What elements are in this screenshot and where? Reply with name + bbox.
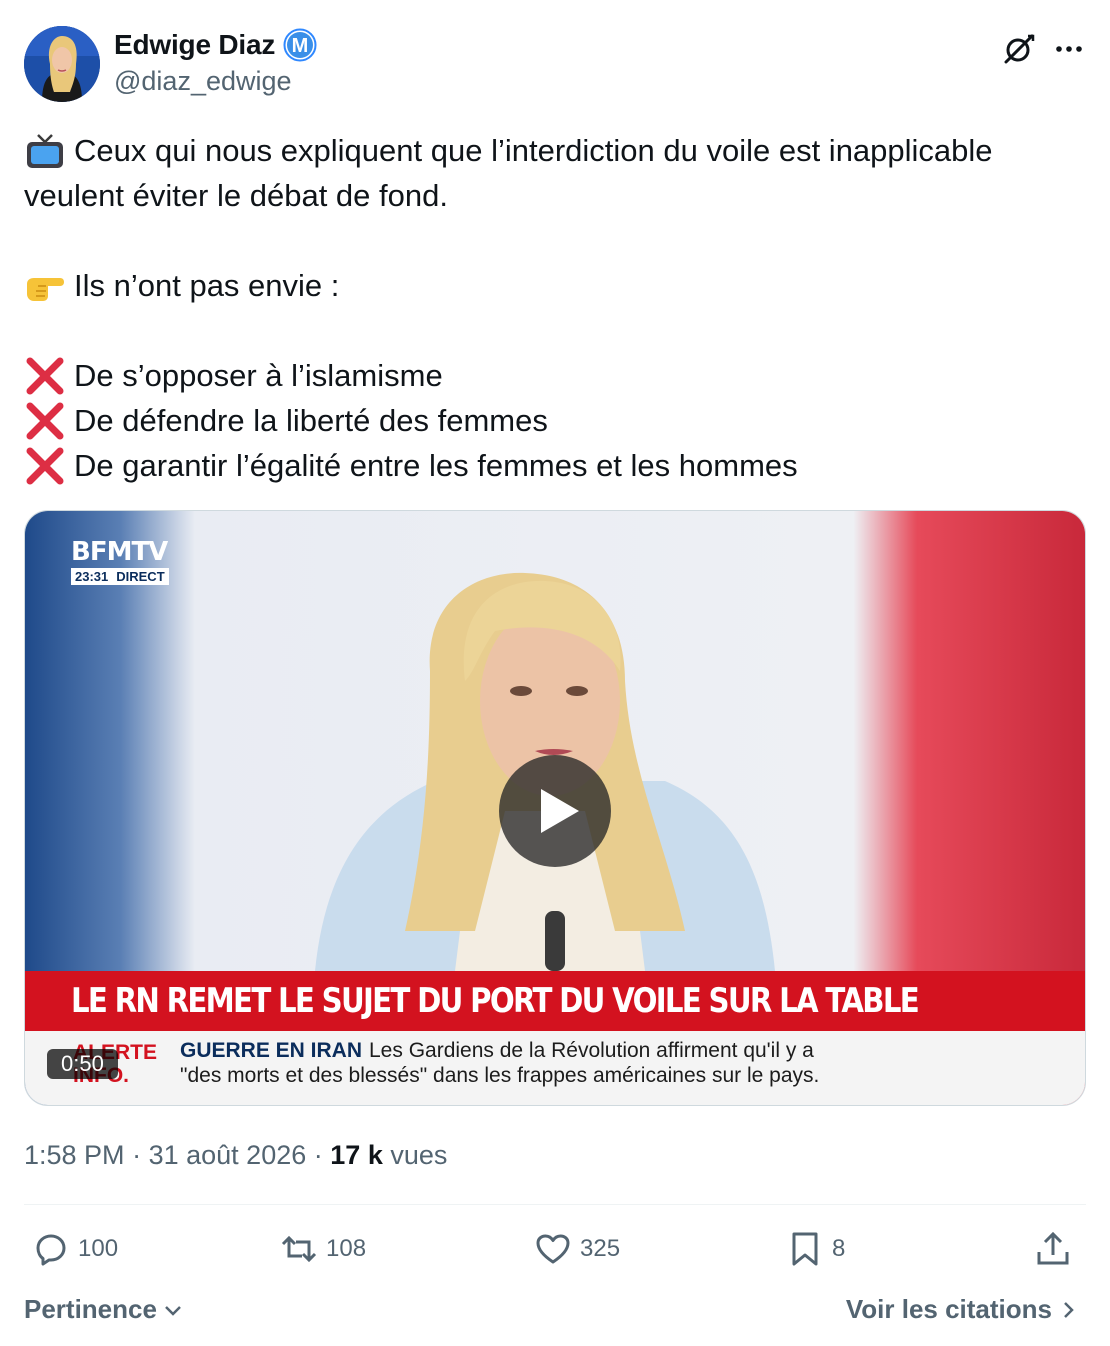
tweet-line: De garantir l’égalité entre les femmes e… <box>24 443 1084 488</box>
tweet-line-text: Ceux qui nous expliquent que l’interdict… <box>74 133 993 168</box>
tweet-line: De défendre la liberté des femmes <box>24 398 1084 443</box>
broadcast-time: 23:31 DIRECT <box>71 568 169 585</box>
tweet-line: Ceux qui nous expliquent que l’interdict… <box>24 128 1084 173</box>
ticker-text: "des morts et des blessés" dans les frap… <box>180 1064 820 1087</box>
divider <box>24 1204 1086 1205</box>
share-button[interactable] <box>1034 1230 1080 1268</box>
sort-label: Pertinence <box>24 1294 157 1324</box>
ticker-text: Les Gardiens de la Révolution affirment … <box>369 1039 814 1062</box>
meta-separator: · <box>313 1140 323 1170</box>
broadcast-time-value: 23:31 <box>75 569 109 584</box>
tweet-time[interactable]: 1:58 PM <box>24 1140 125 1170</box>
live-label: DIRECT <box>116 569 165 584</box>
repost-count: 108 <box>326 1235 367 1262</box>
tweet-line: De s’opposer à l’islamisme <box>24 353 1084 398</box>
chevron-down-icon <box>165 1305 181 1316</box>
tweet-header: Edwige Diaz M @diaz_edwige <box>24 26 1086 102</box>
handle[interactable]: @diaz_edwige <box>114 66 292 97</box>
grok-icon[interactable] <box>1002 32 1036 66</box>
bookmark-button[interactable]: 8 <box>786 1230 845 1268</box>
meta-separator: · <box>132 1140 142 1170</box>
tweet-line-text: veulent éviter le débat de fond. <box>24 178 448 213</box>
cross-mark-icon <box>26 357 64 394</box>
cross-mark-icon <box>26 402 64 439</box>
m-badge-icon: M <box>283 28 317 62</box>
svg-text:M: M <box>292 35 309 57</box>
channel-logo: BFMTV <box>71 537 168 567</box>
tweet-line-text: Ils n’ont pas envie : <box>74 268 340 303</box>
tweet-line-text: De défendre la liberté des femmes <box>74 403 548 438</box>
repost-button[interactable]: 108 <box>280 1230 366 1268</box>
tweet-line: Ils n’ont pas envie : <box>24 263 1084 308</box>
reply-icon <box>36 1234 66 1266</box>
television-icon <box>27 133 63 168</box>
bookmark-icon <box>792 1232 818 1266</box>
play-button[interactable] <box>499 755 611 867</box>
tweet-line-text: De s’opposer à l’islamisme <box>74 358 443 393</box>
cross-mark-icon <box>26 447 64 484</box>
sort-dropdown[interactable]: Pertinence <box>24 1294 185 1325</box>
avatar[interactable] <box>24 26 100 102</box>
quotes-label: Voir les citations <box>845 1294 1052 1324</box>
tweet-meta: 1:58 PM · 31 août 2026 · 17 k vues <box>24 1140 447 1171</box>
repost-icon <box>281 1235 317 1263</box>
bookmark-count: 8 <box>832 1235 846 1262</box>
reply-button[interactable]: 100 <box>32 1230 118 1268</box>
chevron-right-icon <box>1064 1301 1074 1318</box>
display-name[interactable]: Edwige Diaz <box>114 29 275 61</box>
tweet-line: veulent éviter le débat de fond. <box>24 173 1084 218</box>
view-quotes-link[interactable]: Voir les citations <box>846 1294 1080 1325</box>
pointing-hand-icon <box>27 277 64 301</box>
heart-icon <box>536 1234 570 1264</box>
action-bar: 100 108 325 8 <box>24 1230 1086 1274</box>
reply-count: 100 <box>78 1235 119 1262</box>
like-button[interactable]: 325 <box>534 1230 620 1268</box>
views-label: vues <box>390 1140 448 1170</box>
ticker-headline: GUERRE EN IRAN <box>180 1039 363 1062</box>
tweet-text: Ceux qui nous expliquent que l’interdict… <box>24 128 1084 488</box>
video-headline: LE RN REMET LE SUJET DU PORT DU VOILE SU… <box>71 981 920 1021</box>
views-count: 17 k <box>330 1140 383 1170</box>
tweet-date[interactable]: 31 août 2026 <box>149 1140 307 1170</box>
video-player[interactable]: BFMTV 23:31 DIRECT LE RN REMET LE SUJET … <box>24 510 1086 1106</box>
like-count: 325 <box>580 1235 621 1262</box>
share-icon <box>1037 1231 1069 1265</box>
tweet-line-text: De garantir l’égalité entre les femmes e… <box>74 448 798 483</box>
video-duration: 0:50 <box>47 1049 118 1079</box>
more-options-icon[interactable] <box>1052 32 1086 66</box>
play-icon <box>541 789 579 833</box>
